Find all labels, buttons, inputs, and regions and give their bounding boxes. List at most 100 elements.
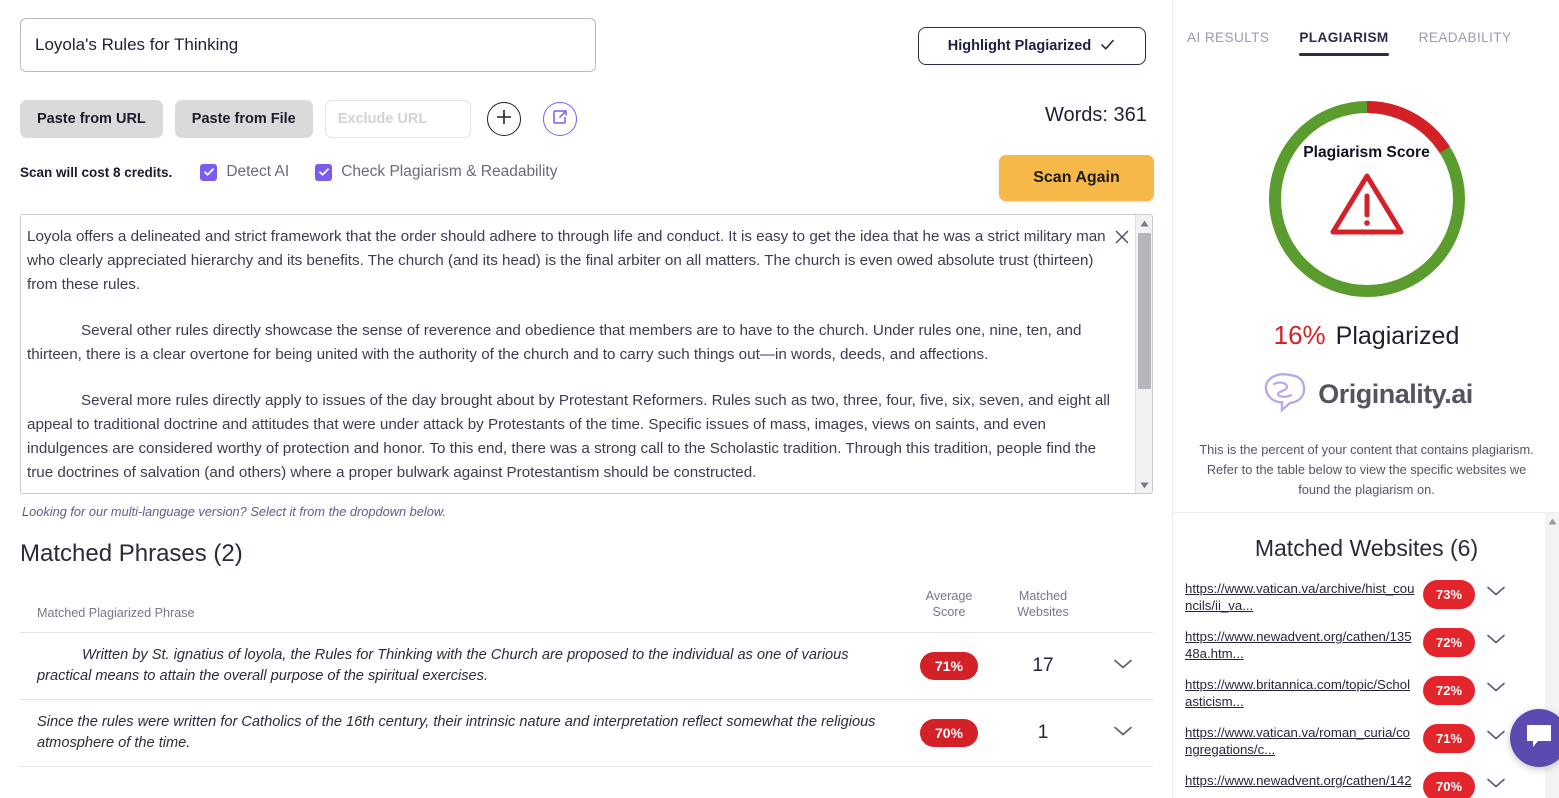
status-badge: 70%: [1423, 772, 1475, 798]
main-content-area: Paste from URL Paste from File Scan will…: [0, 0, 1172, 798]
plagiarism-checker-app: Paste from URL Paste from File Scan will…: [0, 0, 1559, 798]
phrase-sites-count: 1: [993, 722, 1093, 744]
matched-phrases-heading: Matched Phrases (2): [20, 540, 243, 568]
clear-text-icon[interactable]: [1112, 227, 1132, 247]
column-header-phrase: Matched Plagiarized Phrase: [20, 606, 905, 620]
editor-paragraph: Several other rules directly showcase th…: [27, 319, 1122, 367]
scroll-down-icon[interactable]: [1136, 477, 1153, 493]
column-header-line: Websites: [993, 604, 1093, 620]
matched-website-link[interactable]: https://www.vatican.va/archive/hist_coun…: [1185, 580, 1423, 614]
expand-website-button[interactable]: [1475, 580, 1517, 602]
add-exclude-url-button[interactable]: [487, 102, 521, 136]
phrase-sites-count: 17: [993, 655, 1093, 677]
tab-plagiarism[interactable]: PLAGIARISM: [1299, 30, 1388, 56]
detect-ai-option[interactable]: Detect AI: [200, 163, 289, 181]
document-title-input[interactable]: [20, 18, 596, 72]
table-header-row: Matched Plagiarized Phrase Average Score…: [20, 588, 1153, 633]
expand-row-button[interactable]: [1093, 657, 1153, 675]
phrase-text: Since the rules were written for Catholi…: [20, 702, 905, 764]
exclude-url-input[interactable]: [325, 100, 471, 138]
editor-scrollbar[interactable]: [1135, 215, 1152, 493]
list-item[interactable]: https://www.vatican.va/archive/hist_coun…: [1185, 580, 1546, 614]
column-header-matched-websites: Matched Websites: [993, 588, 1093, 620]
brand-logo: Originality.ai: [1260, 371, 1473, 418]
status-badge: 72%: [1423, 628, 1475, 657]
expand-website-button[interactable]: [1475, 772, 1517, 794]
scan-options-row: Scan will cost 8 credits. Detect AI Chec…: [20, 163, 557, 181]
check-plagiarism-checkbox[interactable]: [315, 164, 332, 181]
detect-ai-checkbox[interactable]: [200, 164, 217, 181]
highlight-plagiarized-button[interactable]: Highlight Plagiarized: [918, 27, 1146, 65]
warning-triangle-icon: [1329, 170, 1405, 241]
chevron-down-icon: [1486, 776, 1506, 794]
phrase-score-cell: 71%: [905, 652, 993, 680]
matched-phrases-table: Matched Plagiarized Phrase Average Score…: [20, 588, 1153, 767]
matched-websites-heading: Matched Websites (6): [1173, 535, 1559, 562]
scroll-up-icon[interactable]: [1545, 513, 1559, 529]
chevron-down-icon: [1113, 657, 1133, 675]
expand-website-button[interactable]: [1475, 676, 1517, 698]
plus-icon: [495, 108, 513, 131]
column-header-line: Matched: [993, 588, 1093, 604]
tab-readability[interactable]: READABILITY: [1419, 30, 1512, 56]
column-header-line: Score: [905, 604, 993, 620]
scan-again-button[interactable]: Scan Again: [999, 155, 1154, 201]
expand-website-button[interactable]: [1475, 628, 1517, 650]
editor-paragraph: Several more rules directly apply to iss…: [27, 389, 1122, 485]
status-badge: 71%: [920, 652, 978, 680]
matched-websites-list: https://www.vatican.va/archive/hist_coun…: [1173, 580, 1559, 798]
export-icon: [551, 108, 569, 131]
list-item[interactable]: https://www.newadvent.org/cathen/13548a.…: [1185, 628, 1546, 662]
source-actions-row: Paste from URL Paste from File: [20, 100, 577, 138]
table-row[interactable]: Since the rules were written for Catholi…: [20, 700, 1153, 767]
table-row[interactable]: Written by St. ignatius of loyola, the R…: [20, 633, 1153, 700]
matched-website-link[interactable]: https://www.vatican.va/roman_curia/congr…: [1185, 724, 1423, 758]
chevron-down-icon: [1486, 728, 1506, 746]
chevron-down-icon: [1486, 584, 1506, 602]
plagiarism-score-donut: Plagiarism Score: [1264, 96, 1470, 302]
editor-paragraph: Loyola offers a delineated and strict fr…: [27, 225, 1122, 297]
paste-from-url-button[interactable]: Paste from URL: [20, 100, 163, 138]
score-explanation: This is the percent of your content that…: [1194, 440, 1539, 500]
matched-website-link[interactable]: https://www.newadvent.org/cathen/13548a.…: [1185, 628, 1423, 662]
matched-website-link[interactable]: https://www.britannica.com/topic/Scholas…: [1185, 676, 1423, 710]
multilanguage-note: Looking for our multi-language version? …: [22, 504, 446, 519]
chevron-down-icon: [1486, 632, 1506, 650]
check-plagiarism-option[interactable]: Check Plagiarism & Readability: [315, 163, 557, 181]
word-count-label: Words: 361: [1045, 104, 1147, 127]
paste-from-file-button[interactable]: Paste from File: [175, 100, 313, 138]
list-item[interactable]: https://www.newadvent.org/cathen/142 70%: [1185, 772, 1546, 798]
expand-row-button[interactable]: [1093, 724, 1153, 742]
brand-name: Originality.ai: [1318, 379, 1473, 410]
chat-widget-button[interactable]: [1510, 709, 1559, 767]
chevron-down-icon: [1113, 724, 1133, 742]
matched-websites-panel: Matched Websites (6) https://www.vatican…: [1173, 512, 1559, 798]
brain-logo-icon: [1260, 371, 1308, 418]
status-badge: 72%: [1423, 676, 1475, 705]
check-icon: [318, 166, 330, 178]
phrase-score-cell: 70%: [905, 719, 993, 747]
chevron-down-icon: [1486, 680, 1506, 698]
status-badge: 73%: [1423, 580, 1475, 609]
status-badge: 71%: [1423, 724, 1475, 753]
donut-center-content: Plagiarism Score: [1264, 96, 1470, 302]
donut-label: Plagiarism Score: [1303, 144, 1430, 162]
plagiarism-status-word: Plagiarized: [1336, 322, 1460, 351]
list-item[interactable]: https://www.britannica.com/topic/Scholas…: [1185, 676, 1546, 710]
check-icon: [1099, 36, 1116, 57]
results-sidebar: AI RESULTS PLAGIARISM READABILITY Plagia…: [1172, 0, 1559, 798]
detect-ai-label: Detect AI: [226, 163, 289, 181]
credit-cost-text: Scan will cost 8 credits.: [20, 165, 172, 180]
editor-content[interactable]: Loyola offers a delineated and strict fr…: [21, 215, 1136, 493]
results-tabs: AI RESULTS PLAGIARISM READABILITY: [1173, 0, 1559, 56]
score-summary: 16% Plagiarized: [1274, 320, 1460, 351]
tab-ai-results[interactable]: AI RESULTS: [1187, 30, 1269, 56]
editor-scrollbar-thumb[interactable]: [1138, 233, 1151, 389]
text-editor[interactable]: Loyola offers a delineated and strict fr…: [20, 214, 1153, 494]
matched-website-link[interactable]: https://www.newadvent.org/cathen/142: [1185, 772, 1423, 789]
share-export-button[interactable]: [543, 102, 577, 136]
check-plagiarism-label: Check Plagiarism & Readability: [341, 163, 557, 181]
list-item[interactable]: https://www.vatican.va/roman_curia/congr…: [1185, 724, 1546, 758]
plagiarism-percent: 16%: [1274, 320, 1326, 351]
scroll-up-icon[interactable]: [1136, 215, 1153, 231]
